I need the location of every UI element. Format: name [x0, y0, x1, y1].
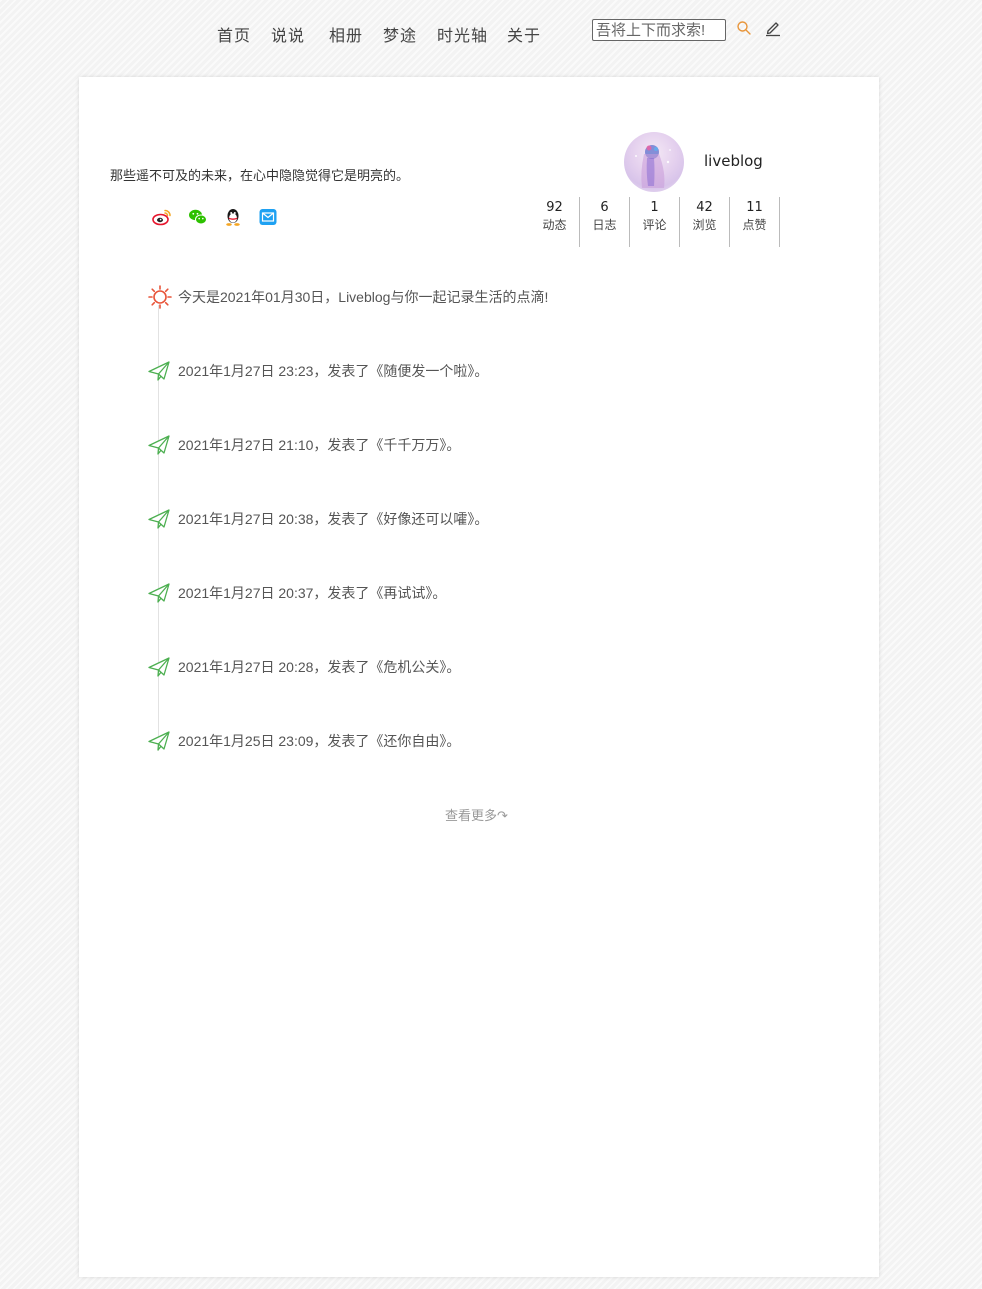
stat-label: 点赞 [742, 218, 767, 232]
timeline-entry[interactable]: 2021年1月25日 23:09，发表了《还你自由》。 [178, 732, 460, 750]
paper-plane-icon [148, 731, 170, 751]
avatar[interactable] [624, 132, 684, 192]
nav-item-dream[interactable]: 梦途 [383, 22, 417, 46]
paper-plane-icon [148, 509, 170, 529]
load-more-link[interactable]: 查看更多↷ [445, 805, 508, 824]
stat-label: 日志 [592, 218, 617, 232]
top-nav: 首页 说说 相册 梦途 时光轴 关于 [0, 0, 982, 62]
timeline-entry[interactable]: 2021年1月27日 20:28，发表了《危机公关》。 [178, 658, 460, 676]
stat-value: 11 [746, 200, 763, 215]
qq-icon[interactable] [223, 207, 243, 227]
search-icon[interactable] [736, 20, 752, 36]
stat-label: 评论 [642, 218, 667, 232]
stat-likes[interactable]: 11 点赞 [730, 197, 780, 247]
stat-label: 动态 [542, 218, 567, 232]
stat-comments[interactable]: 1 评论 [630, 197, 680, 247]
timeline-entry[interactable]: 2021年1月27日 21:10，发表了《千千万万》。 [178, 436, 460, 454]
stat-journals[interactable]: 6 日志 [580, 197, 630, 247]
stat-label: 浏览 [692, 218, 717, 232]
main-card: 那些遥不可及的未来，在心中隐隐觉得它是明亮的。 liveblog 92 动态 6… [79, 77, 879, 1277]
username[interactable]: liveblog [704, 152, 763, 170]
stat-value: 42 [696, 200, 713, 215]
timeline-entry[interactable]: 2021年1月27日 20:38，发表了《好像还可以嚯》。 [178, 510, 488, 528]
weibo-icon[interactable] [152, 207, 172, 227]
mail-icon[interactable] [258, 207, 278, 227]
stat-posts[interactable]: 92 动态 [530, 197, 580, 247]
nav-item-talk[interactable]: 说说 [271, 22, 305, 46]
paper-plane-icon [148, 657, 170, 677]
paper-plane-icon [148, 435, 170, 455]
nav-item-about[interactable]: 关于 [507, 22, 541, 46]
nav-item-home[interactable]: 首页 [217, 22, 251, 46]
timeline-entry[interactable]: 2021年1月27日 23:23，发表了《随便发一个啦》。 [178, 362, 488, 380]
timeline-entry[interactable]: 2021年1月27日 20:37，发表了《再试试》。 [178, 584, 446, 602]
avatar-illustration [635, 145, 671, 188]
profile-motto: 那些遥不可及的未来，在心中隐隐觉得它是明亮的。 [110, 168, 410, 183]
paper-plane-icon [148, 583, 170, 603]
search-input[interactable] [592, 19, 726, 41]
stat-views[interactable]: 42 浏览 [680, 197, 730, 247]
nav-item-timeline[interactable]: 时光轴 [437, 22, 488, 46]
sun-icon [148, 285, 172, 309]
timeline-today: 今天是2021年01月30日，Liveblog与你一起记录生活的点滴! [178, 289, 549, 305]
wechat-icon[interactable] [188, 207, 208, 227]
stat-value: 92 [546, 200, 563, 215]
nav-item-album[interactable]: 相册 [329, 22, 363, 46]
edit-icon[interactable] [764, 19, 782, 37]
stat-value: 1 [650, 200, 659, 215]
stat-value: 6 [600, 200, 609, 215]
paper-plane-icon [148, 361, 170, 381]
